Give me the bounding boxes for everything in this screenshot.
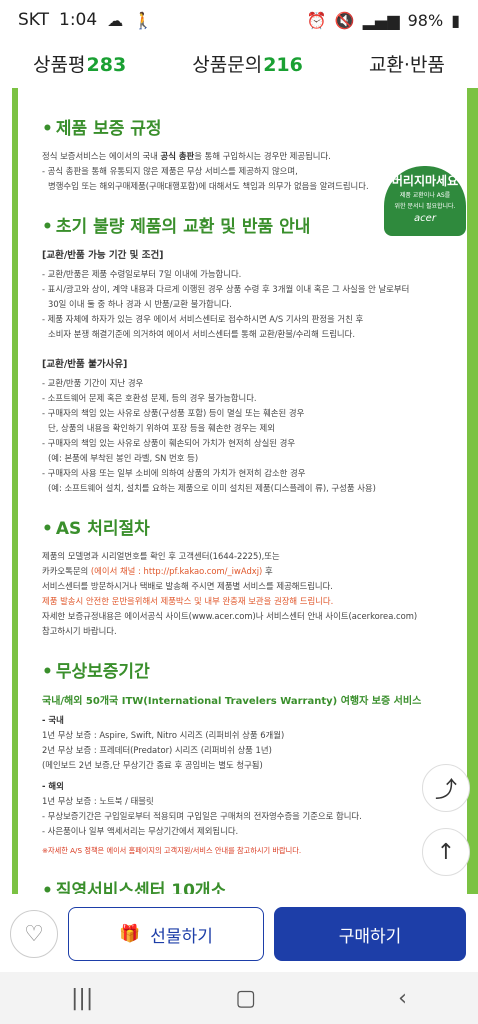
- heart-icon: ♡: [24, 921, 44, 947]
- mute-icon: 🔇: [334, 10, 355, 30]
- battery-icon: ▮: [451, 10, 460, 30]
- wishlist-button[interactable]: ♡: [10, 910, 58, 958]
- exchange-return-title: 초기 불량 제품의 교환 및 반품 안내: [55, 217, 311, 237]
- tab-reviews[interactable]: 상품평 283: [33, 50, 126, 77]
- share-icon: ⤴: [434, 778, 457, 803]
- signal-icon: ▂▄▆: [362, 10, 400, 30]
- purchase-bar: ♡ 🎁 선물하기 구매하기: [0, 896, 478, 972]
- scroll-top-button[interactable]: ↑: [422, 828, 470, 876]
- product-detail-image: • 제품 보증 규정 정식 보증서비스는 에이서의 국내 공식 총판을 통해 구입…: [12, 88, 478, 894]
- recent-apps-icon[interactable]: |||: [71, 986, 93, 1011]
- tab-exchange-return[interactable]: 교환·반품: [369, 50, 445, 77]
- service-center-title: 직영서비스센터 10개소: [55, 881, 227, 894]
- free-warranty-section: • 무상보증기간 국내/해외 50개국 ITW(International Tra…: [42, 662, 422, 855]
- tab-bar: 상품평 283 상품문의 216 교환·반품: [0, 40, 478, 86]
- as-procedure-title: AS 처리절차: [55, 519, 150, 539]
- home-icon[interactable]: ▢: [235, 986, 256, 1011]
- free-warranty-title: 무상보증기간: [55, 662, 150, 682]
- buy-button[interactable]: 구매하기: [274, 907, 466, 961]
- back-icon[interactable]: ‹: [398, 986, 407, 1011]
- as-procedure-section: • AS 처리절차 제품의 모델명과 시리얼번호를 확인 후 고객센터(1644-…: [42, 519, 418, 636]
- carrier-label: SKT: [18, 10, 50, 30]
- tab-inquiries[interactable]: 상품문의 216: [192, 50, 303, 77]
- acer-logo: acer: [414, 213, 436, 224]
- android-nav-bar: ||| ▢ ‹: [0, 972, 478, 1024]
- exchange-return-section: • 초기 불량 제품의 교환 및 반품 안내 [교환/반품 가능 기간 및 조건]…: [42, 217, 410, 493]
- walking-icon: 🚶: [133, 10, 154, 30]
- gift-icon: 🎁: [119, 924, 141, 944]
- service-center-section: • 직영서비스센터 10개소: [42, 876, 449, 894]
- battery-label: 98%: [407, 10, 444, 30]
- cloud-icon: ☁: [107, 10, 124, 30]
- alarm-icon: ⏰: [306, 10, 327, 30]
- status-bar: SKT 1:04 ☁ 🚶 ⏰ 🔇 ▂▄▆ 98% ▮: [0, 0, 478, 40]
- warranty-policy-title: 제품 보증 규정: [55, 119, 162, 139]
- gift-button[interactable]: 🎁 선물하기: [68, 907, 264, 961]
- keep-document-badge: 버리지마세요 제품 교환이나 AS를 위한 문서니 필요합니다. acer: [384, 166, 466, 236]
- arrow-up-icon: ↑: [436, 839, 456, 865]
- time-label: 1:04: [59, 10, 98, 30]
- share-button[interactable]: ⤴: [422, 764, 470, 812]
